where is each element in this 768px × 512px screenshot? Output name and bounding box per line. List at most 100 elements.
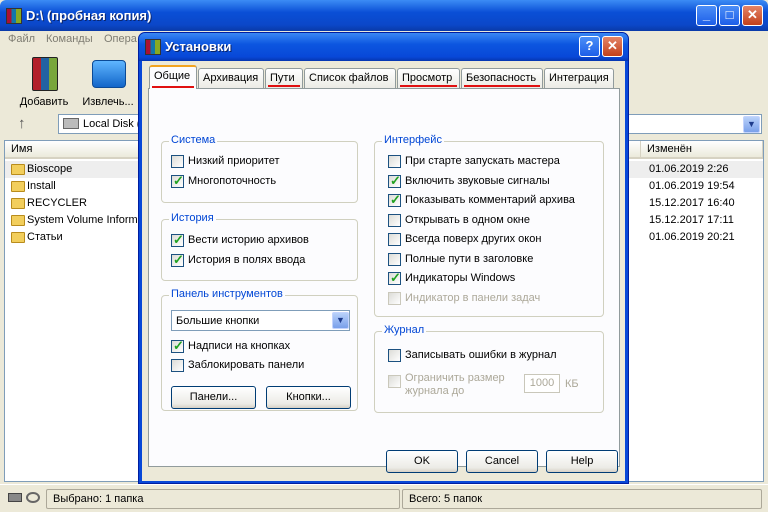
checkbox-label: Вести историю архивов: [188, 234, 309, 246]
file-name: System Volume Informa: [27, 214, 144, 226]
extract-folder-icon: [92, 60, 126, 88]
file-date: 15.12.2017 17:11: [649, 214, 734, 226]
group-interface: Интерфейс При старте запускать мастера В…: [374, 134, 604, 317]
dialog-title-bar[interactable]: Установки ? ✕: [139, 33, 628, 61]
column-modified-header[interactable]: Изменён: [641, 141, 763, 159]
group-toolbar-title: Панель инструментов: [169, 288, 285, 300]
checkbox-label: Многопоточность: [188, 175, 277, 187]
checkbox-label: Индикатор в панели задач: [405, 292, 541, 304]
help-button[interactable]: Help: [546, 450, 618, 473]
checkbox-box-checked: [171, 232, 184, 248]
file-date: 01.06.2019 2:26: [649, 163, 729, 175]
tab-file-list[interactable]: Список файлов: [304, 68, 396, 88]
dialog-app-icon: [145, 39, 161, 55]
group-history: История Вести историю архивов История в …: [161, 212, 358, 281]
file-name: Статьи: [27, 231, 63, 243]
dialog-close-button[interactable]: ✕: [602, 36, 623, 57]
group-system: Система Низкий приоритет Многопоточность: [161, 134, 358, 203]
checkbox-label: Всегда поверх других окон: [405, 233, 542, 245]
tab-panel-general: Система Низкий приоритет Многопоточность…: [148, 88, 620, 467]
folder-icon: [11, 198, 25, 209]
checkbox-box: [388, 155, 401, 168]
add-button-label: Добавить: [19, 96, 69, 108]
group-interface-title: Интерфейс: [382, 134, 444, 146]
file-name: Bioscope: [27, 163, 73, 175]
chevron-down-icon[interactable]: ▼: [332, 312, 349, 329]
up-arrow-icon[interactable]: ↑: [18, 115, 26, 132]
checkbox-label: Включить звуковые сигналы: [405, 175, 550, 187]
checkbox-box-checked: [171, 338, 184, 354]
extract-button[interactable]: Извлечь...: [78, 52, 138, 110]
dialog-body: Общие Архивация Пути Список файлов Просм…: [142, 61, 625, 481]
red-underline: [152, 86, 194, 88]
folder-icon: [11, 181, 25, 192]
checkbox-box-checked: [171, 252, 184, 268]
log-size-unit: КБ: [565, 378, 579, 390]
red-underline: [400, 85, 457, 87]
checkbox-box: [388, 233, 401, 246]
file-date: 01.06.2019 20:21: [649, 231, 735, 243]
menu-commands[interactable]: Команды: [46, 33, 93, 45]
tab-security[interactable]: Безопасность: [461, 68, 543, 88]
checkbox-label: Низкий приоритет: [188, 155, 280, 167]
status-total: Всего: 5 папок: [402, 489, 762, 509]
extract-button-label: Извлечь...: [82, 96, 134, 108]
log-size-input: 1000: [524, 374, 560, 393]
checkbox-label: Заблокировать панели: [188, 359, 305, 371]
checkbox-box-checked: [171, 173, 184, 189]
tab-paths[interactable]: Пути: [265, 68, 303, 88]
minimize-button[interactable]: _: [696, 5, 717, 26]
group-log: Журнал Записывать ошибки в журнал Ограни…: [374, 324, 604, 413]
menu-operations[interactable]: Опера: [104, 33, 137, 45]
dialog-title: Установки: [165, 39, 232, 54]
status-bar: Выбрано: 1 папка Всего: 5 папок: [0, 484, 768, 512]
add-archive-icon: [32, 57, 58, 91]
red-underline: [268, 85, 300, 87]
checkbox-label: Показывать комментарий архива: [405, 194, 575, 206]
buttons-button[interactable]: Кнопки...: [266, 386, 351, 409]
main-title-bar[interactable]: D:\ (пробная копия) _ □ ✕: [0, 0, 768, 31]
checkbox-label: Записывать ошибки в журнал: [405, 349, 557, 361]
checkbox-label: При старте запускать мастера: [405, 155, 560, 167]
tab-integration[interactable]: Интеграция: [544, 68, 614, 88]
group-history-title: История: [169, 212, 216, 224]
toolbar-size-select[interactable]: Большие кнопки ▼: [171, 310, 350, 331]
ok-button[interactable]: OK: [386, 450, 458, 473]
checkbox-box-checked: [388, 173, 401, 189]
checkbox-box-checked: [388, 192, 401, 208]
file-name: RECYCLER: [27, 197, 87, 209]
checkbox-box-checked: [388, 270, 401, 286]
menu-file[interactable]: Файл: [8, 33, 35, 45]
folder-icon: [11, 164, 25, 175]
status-selected: Выбрано: 1 папка: [46, 489, 400, 509]
file-date: 15.12.2017 16:40: [649, 197, 735, 209]
tab-viewer-label: Просмотр: [402, 72, 453, 84]
folder-icon: [11, 215, 25, 226]
checkbox-box: [388, 349, 401, 362]
checkbox-label-line2: журнала до: [405, 385, 465, 397]
checkbox-box: [388, 253, 401, 266]
checkbox-label: Надписи на кнопках: [188, 340, 291, 352]
help-question-button[interactable]: ?: [579, 36, 600, 57]
toolbar-size-value: Большие кнопки: [176, 315, 260, 327]
key-icon[interactable]: [26, 492, 40, 503]
drive-status-icon[interactable]: [8, 493, 22, 502]
tab-archiving[interactable]: Архивация: [198, 68, 264, 88]
drive-icon: [63, 118, 79, 129]
tab-viewer[interactable]: Просмотр: [397, 68, 460, 88]
folder-icon: [11, 232, 25, 243]
checkbox-box: [388, 292, 401, 305]
panels-button[interactable]: Панели...: [171, 386, 256, 409]
tab-general[interactable]: Общие: [149, 65, 197, 89]
checkbox-label: Индикаторы Windows: [405, 272, 516, 284]
main-close-button[interactable]: ✕: [742, 5, 763, 26]
group-toolbar: Панель инструментов Большие кнопки ▼ Над…: [161, 288, 358, 411]
file-name: Install: [27, 180, 56, 192]
checkbox-label: История в полях ввода: [188, 254, 306, 266]
maximize-button[interactable]: □: [719, 5, 740, 26]
cancel-button[interactable]: Cancel: [466, 450, 538, 473]
checkbox-label-line1: Ограничить размер: [405, 372, 505, 384]
add-button[interactable]: Добавить: [14, 52, 74, 110]
address-dropdown-button[interactable]: ▼: [743, 116, 760, 133]
group-system-title: Система: [169, 134, 218, 146]
